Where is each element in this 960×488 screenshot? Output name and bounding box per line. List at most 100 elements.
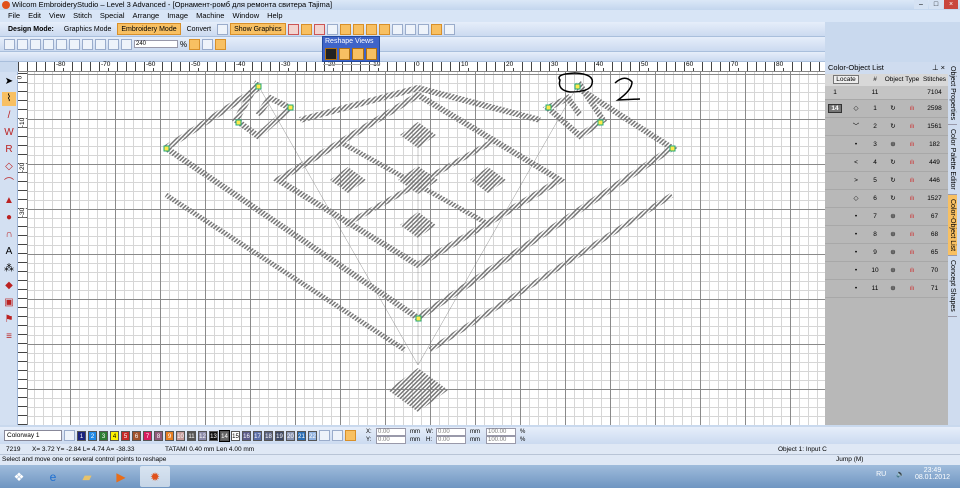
move-down-icon[interactable] [332, 430, 343, 441]
grid-icon[interactable] [365, 23, 377, 35]
object-row[interactable]: ◇ 6 ↻ ılı 1527 [825, 190, 948, 208]
stitch-type-icon[interactable] [287, 23, 299, 35]
x-input[interactable]: 0.00 [376, 427, 406, 436]
paste-icon[interactable] [82, 38, 93, 50]
show-reshape-nodes-icon[interactable] [338, 48, 350, 60]
y-input[interactable]: 0.00 [376, 435, 406, 444]
palette-icon[interactable] [430, 23, 442, 35]
globe-icon[interactable] [217, 23, 229, 35]
color-swatch-1[interactable]: 1 [77, 430, 86, 441]
color-swatch-6[interactable]: 6 [132, 430, 141, 441]
menu-arrange[interactable]: Arrange [133, 10, 160, 22]
copy-icon[interactable] [69, 38, 80, 50]
new-icon[interactable] [4, 38, 15, 50]
text-tool-icon[interactable]: A [2, 245, 16, 259]
user-icon[interactable] [404, 23, 416, 35]
tab-object-properties[interactable]: Object Properties [948, 62, 957, 126]
fill-tool-icon[interactable]: ▲ [2, 194, 16, 208]
open-icon[interactable] [17, 38, 28, 50]
object-row[interactable]: >5 ↻ ılı 446 [825, 172, 948, 190]
menu-image[interactable]: Image [167, 10, 188, 22]
run-icon[interactable] [339, 23, 351, 35]
zoom-icon[interactable] [121, 38, 132, 50]
embroiderystudio-taskbar-icon[interactable]: ✹ [140, 466, 170, 487]
group-badge[interactable]: 14 [828, 104, 842, 113]
explorer-icon[interactable]: ▰ [72, 466, 102, 487]
pin-icon[interactable] [352, 23, 364, 35]
object-row[interactable]: ﹀ 2 ↻ ılı 1561 [825, 118, 948, 136]
menu-special[interactable]: Special [100, 10, 125, 22]
show-stitch-angles-icon[interactable] [352, 48, 364, 60]
tab-color-object-list[interactable]: Color-Object List [948, 194, 957, 256]
color-swatch-22[interactable]: 22 [308, 430, 317, 441]
circle-icon[interactable]: ● [2, 211, 16, 225]
save-icon[interactable] [30, 38, 41, 50]
run-tool-icon[interactable]: ⌒ [2, 177, 16, 191]
color-swatch-9[interactable]: 9 [165, 430, 174, 441]
picture-icon[interactable] [391, 23, 403, 35]
object-row[interactable]: <4 ↻ ılı 449 [825, 154, 948, 172]
check-icon[interactable] [202, 38, 214, 50]
start-button-icon[interactable]: ❖ [4, 466, 34, 487]
stack-icon[interactable]: ≡ [2, 330, 16, 344]
outline-icon[interactable] [313, 23, 325, 35]
show-all-reshape-icon[interactable] [325, 48, 337, 60]
embroidery-mode-button[interactable]: Embroidery Mode [117, 23, 181, 35]
color-swatch-3[interactable]: 3 [99, 430, 108, 441]
width-input[interactable]: 0.00 [436, 427, 466, 436]
object-row[interactable]: • 11 ⊛ ılı 71 [825, 280, 948, 298]
graphics-mode-button[interactable]: Graphics Mode [60, 23, 115, 35]
view-icon[interactable] [189, 38, 201, 50]
convert-button[interactable]: Convert [183, 23, 216, 35]
object-row[interactable]: • 8 ⊛ ılı 68 [825, 226, 948, 244]
color-swatch-17[interactable]: 17 [253, 430, 262, 441]
menu-view[interactable]: View [49, 10, 65, 22]
internet-explorer-icon[interactable]: e [38, 466, 68, 487]
show-graphics-button[interactable]: Show Graphics [230, 23, 286, 35]
color-swatch-19[interactable]: 19 [275, 430, 284, 441]
move-up-icon[interactable] [319, 430, 330, 441]
diamond-tool-icon[interactable]: ◆ [2, 279, 16, 293]
appliqué-icon[interactable]: R [2, 143, 16, 157]
zoom-input[interactable]: 240 [134, 40, 178, 48]
media-player-icon[interactable]: ▶ [106, 466, 136, 487]
color-swatch-2[interactable]: 2 [88, 430, 97, 441]
color-swatch-16[interactable]: 16 [242, 430, 251, 441]
color-swatch-13[interactable]: 13 [209, 430, 218, 441]
flag-icon[interactable]: ⚑ [2, 313, 16, 327]
menu-window[interactable]: Window [232, 10, 259, 22]
color-swatch-20[interactable]: 20 [286, 430, 295, 441]
object-row[interactable]: • 10 ⊛ ılı 70 [825, 262, 948, 280]
color-total-row[interactable]: 1 11 7104 [825, 86, 948, 100]
color-swatch-10[interactable]: 10 [176, 430, 185, 441]
color-swatch-15[interactable]: 15 [231, 430, 240, 441]
color-swatch-5[interactable]: 5 [121, 430, 130, 441]
knife-icon[interactable]: / [2, 109, 16, 123]
color-swatch-18[interactable]: 18 [264, 430, 273, 441]
fill-icon[interactable] [300, 23, 312, 35]
select-icon[interactable] [215, 38, 227, 50]
menu-machine[interactable]: Machine [196, 10, 224, 22]
object-row[interactable]: • 9 ⊛ ılı 65 [825, 244, 948, 262]
lettering-icon[interactable]: W [2, 126, 16, 140]
panel-pin-close[interactable]: ⊥ × [932, 62, 945, 74]
color-swatch-7[interactable]: 7 [143, 430, 152, 441]
table-icon[interactable] [378, 23, 390, 35]
reshape-tool-icon[interactable]: ⌇ [2, 92, 16, 106]
object-row[interactable]: 14 ◇ 1 ↻ ılı 2598 [825, 100, 948, 118]
maximize-button[interactable]: □ [929, 0, 943, 9]
tree-icon[interactable] [417, 23, 429, 35]
menu-file[interactable]: File [8, 10, 20, 22]
people-icon[interactable]: ⁂ [2, 262, 16, 276]
design-canvas[interactable] [28, 72, 825, 425]
camera-icon[interactable] [443, 23, 455, 35]
object-row[interactable]: • 7 ⊛ ılı 67 [825, 208, 948, 226]
cut-icon[interactable] [56, 38, 67, 50]
width-percent-input[interactable]: 100.00 [486, 427, 516, 436]
arch-icon[interactable]: ∩ [2, 228, 16, 242]
view-colors-icon[interactable] [345, 430, 356, 441]
menu-stitch[interactable]: Stitch [73, 10, 92, 22]
menu-edit[interactable]: Edit [28, 10, 41, 22]
tab-concept-shapes[interactable]: Concept Shapes [948, 256, 957, 317]
clock[interactable]: 23:49 08.01.2012 [915, 467, 950, 481]
